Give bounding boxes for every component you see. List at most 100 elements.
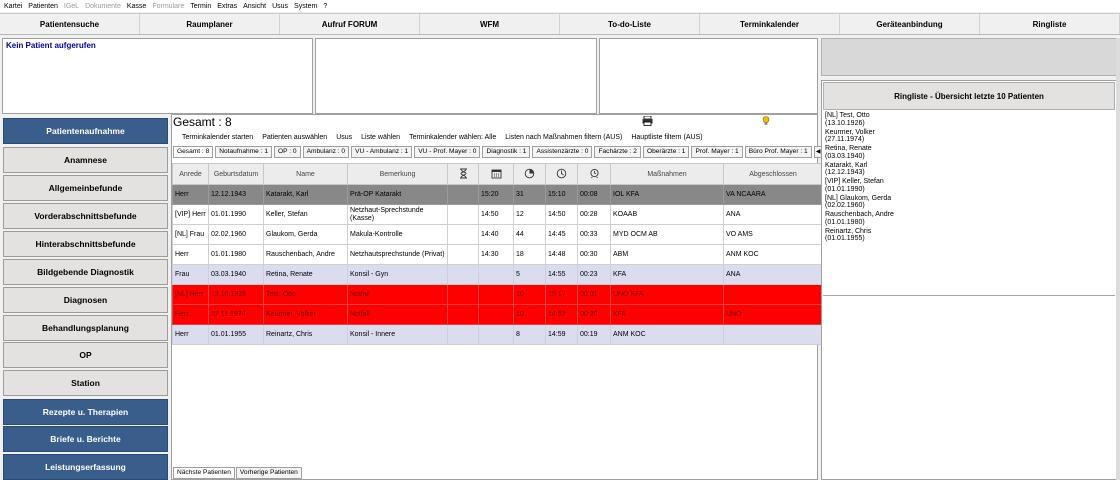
scrollbar[interactable] bbox=[1116, 38, 1120, 480]
alarm-icon[interactable] bbox=[577, 163, 611, 185]
column-header[interactable]: Geburtsdatum bbox=[208, 163, 264, 185]
menu-item[interactable]: IGeL bbox=[64, 3, 79, 10]
nav-button[interactable]: WFM bbox=[420, 14, 560, 34]
table-row[interactable]: [NL] Frau 02.02.1960 Glaukom, Gerda Makula-… bbox=[172, 224, 823, 245]
sidebar-button[interactable]: Behandlungsplanung bbox=[3, 315, 168, 341]
hourglass-icon[interactable] bbox=[447, 163, 479, 185]
bottom-tab[interactable]: Vorherige Patienten bbox=[235, 467, 302, 479]
filter-tabs: Gesamt : 8 Notaufnahme : 1 OP : 0 Ambulanz … bbox=[173, 146, 832, 158]
table-cell: 01.01.1980 bbox=[208, 244, 264, 265]
filter-tab[interactable]: Oberärzte : 1 bbox=[642, 146, 690, 158]
table-row[interactable]: [NL] Herr 13.10.1926 Test, Otto Notfall 10 15… bbox=[172, 284, 823, 305]
action-link[interactable]: Terminkalender starten bbox=[182, 134, 253, 141]
table-cell: 15:20 bbox=[478, 184, 514, 205]
header-panel-right bbox=[599, 38, 818, 114]
ringliste-item[interactable]: [VIP] Keller, Stefan (01.01.1990) bbox=[825, 178, 894, 193]
sidebar-button[interactable]: Station bbox=[3, 370, 168, 396]
sidebar-button[interactable]: Allgemeinbefunde bbox=[3, 175, 168, 201]
clock-icon[interactable] bbox=[545, 163, 578, 185]
ringliste-dob: (01.01.1990) bbox=[825, 185, 865, 193]
printer-icon[interactable] bbox=[642, 115, 653, 128]
table-row[interactable]: Herr 01.01.1955 Reinartz, Chris Konsil - In… bbox=[172, 324, 823, 345]
table-cell: Herr bbox=[172, 244, 209, 265]
lightbulb-icon[interactable] bbox=[762, 116, 770, 128]
table-cell: 00:26 bbox=[577, 304, 611, 325]
menu-item[interactable]: Patienten bbox=[28, 3, 58, 10]
menu-item[interactable]: Termin bbox=[190, 3, 211, 10]
filter-tab[interactable]: Büro Prof. Mayer : 1 bbox=[744, 146, 812, 158]
menu-item[interactable]: Kasse bbox=[127, 3, 146, 10]
table-cell: Keller, Stefan bbox=[263, 204, 348, 225]
ringliste-name: [NL] Test, Otto bbox=[825, 112, 870, 119]
column-header[interactable]: Bemerkung bbox=[347, 163, 448, 185]
table-row[interactable]: Herr 01.01.1980 Rauschenbach, Andre Netzhau… bbox=[172, 244, 823, 265]
calendar-icon[interactable] bbox=[478, 163, 514, 185]
table-cell bbox=[478, 304, 514, 325]
filter-tab[interactable]: OP : 0 bbox=[274, 146, 301, 158]
action-link[interactable]: Liste wählen bbox=[361, 134, 400, 141]
table-cell bbox=[478, 264, 514, 285]
ringliste-name: Keurmer, Volker bbox=[825, 128, 875, 136]
table-cell: 00:19 bbox=[577, 324, 611, 345]
sidebar-button[interactable]: Briefe u. Berichte bbox=[3, 426, 168, 452]
action-link[interactable]: Listen nach Maßnahmen filtern (AUS) bbox=[505, 134, 622, 141]
nav-button[interactable]: To-do-Liste bbox=[560, 14, 700, 34]
filter-tab[interactable]: Ambulanz : 0 bbox=[302, 146, 350, 158]
filter-tab[interactable]: Fachärzte : 2 bbox=[594, 146, 641, 158]
menu-item[interactable]: ? bbox=[323, 3, 327, 10]
ringliste-dob: (13.10.1926) bbox=[825, 119, 865, 127]
table-cell: KFA bbox=[610, 264, 724, 285]
ringliste-item[interactable]: Rauschenbach, Andre (01.01.1980) bbox=[825, 211, 894, 226]
menu-item[interactable]: Extras bbox=[217, 3, 237, 10]
ringliste-item[interactable]: Keurmer, Volker (27.11.1974) bbox=[825, 129, 894, 144]
sidebar-button[interactable]: Anamnese bbox=[3, 147, 168, 173]
sidebar-button[interactable]: Rezepte u. Therapien bbox=[3, 399, 168, 425]
menu-item[interactable]: Dokumente bbox=[85, 3, 121, 10]
ringliste-item[interactable]: [NL] Glaukom, Gerda (02.02.1960) bbox=[825, 195, 894, 210]
nav-button[interactable]: Aufruf FORUM bbox=[280, 14, 420, 34]
action-link[interactable]: Terminkalender wählen: Alle bbox=[409, 134, 496, 141]
ringliste-item[interactable]: [NL] Test, Otto (13.10.1926) bbox=[825, 112, 894, 127]
action-link[interactable]: Hauptliste filtern (AUS) bbox=[631, 134, 702, 141]
table-row[interactable]: Herr 12.12.1943 Katarakt, Karl Prä-OP Katar… bbox=[172, 184, 823, 205]
filter-tab[interactable]: Notaufnahme : 1 bbox=[215, 146, 273, 158]
column-header[interactable]: Abgeschlossen bbox=[723, 163, 823, 185]
nav-button[interactable]: Geräteanbindung bbox=[840, 14, 980, 34]
ringliste-name: Rauschenbach, Andre bbox=[825, 211, 894, 218]
timer-icon[interactable] bbox=[513, 163, 546, 185]
filter-tab[interactable]: Prof. Mayer : 1 bbox=[691, 146, 743, 158]
action-link[interactable]: Patienten auswählen bbox=[262, 134, 327, 141]
nav-button[interactable]: Patientensuche bbox=[0, 14, 140, 34]
nav-button[interactable]: Raumplaner bbox=[140, 14, 280, 34]
filter-tab[interactable]: Diagnostik : 1 bbox=[482, 146, 531, 158]
filter-tab[interactable]: Assistenzärzte : 0 bbox=[532, 146, 593, 158]
sidebar-button[interactable]: Vorderabschnittsbefunde bbox=[3, 203, 168, 229]
filter-tab[interactable]: Gesamt : 8 bbox=[173, 146, 214, 158]
ringliste-item[interactable]: Katarakt, Karl (12.12.1943) bbox=[825, 162, 894, 177]
menu-item[interactable]: Formulare bbox=[152, 3, 184, 10]
column-header[interactable]: Anrede bbox=[172, 163, 209, 185]
nav-button[interactable]: Terminkalender bbox=[700, 14, 840, 34]
sidebar-button[interactable]: Diagnosen bbox=[3, 287, 168, 313]
ringliste-item[interactable]: Retina, Renate (03.03.1940) bbox=[825, 145, 894, 160]
bottom-tab[interactable]: Nächste Patienten bbox=[173, 467, 235, 479]
menu-item[interactable]: System bbox=[294, 3, 317, 10]
menu-item[interactable]: Ansicht bbox=[243, 3, 266, 10]
sidebar-button[interactable]: OP bbox=[3, 342, 168, 368]
sidebar-button[interactable]: Patientenaufnahme bbox=[3, 118, 168, 144]
action-link[interactable]: Usus bbox=[336, 134, 352, 141]
nav-button[interactable]: Ringliste bbox=[980, 14, 1120, 34]
menu-item[interactable]: Usus bbox=[272, 3, 288, 10]
sidebar-button[interactable]: Hinterabschnittsbefunde bbox=[3, 231, 168, 257]
column-header[interactable]: Name bbox=[263, 163, 348, 185]
sidebar-button[interactable]: Leistungserfassung bbox=[3, 454, 168, 480]
table-row[interactable]: [VIP] Herr 01.01.1990 Keller, Stefan Netzha… bbox=[172, 204, 823, 225]
table-row[interactable]: Herr 27.11.1974 Keurmer, Volker Notfall 10 14… bbox=[172, 304, 823, 325]
sidebar-button[interactable]: Bildgebende Diagnostik bbox=[3, 259, 168, 285]
filter-tab[interactable]: VU - Ambulanz : 1 bbox=[351, 146, 413, 158]
menu-item[interactable]: Kartei bbox=[4, 3, 22, 10]
ringliste-item[interactable]: Reinartz, Chris (01.01.1955) bbox=[825, 228, 894, 243]
table-row[interactable]: Frau 03.03.1940 Retina, Renate Konsil - Gyn… bbox=[172, 264, 823, 285]
column-header[interactable]: Maßnahmen bbox=[610, 163, 724, 185]
filter-tab[interactable]: VU - Prof. Mayer : 0 bbox=[414, 146, 481, 158]
